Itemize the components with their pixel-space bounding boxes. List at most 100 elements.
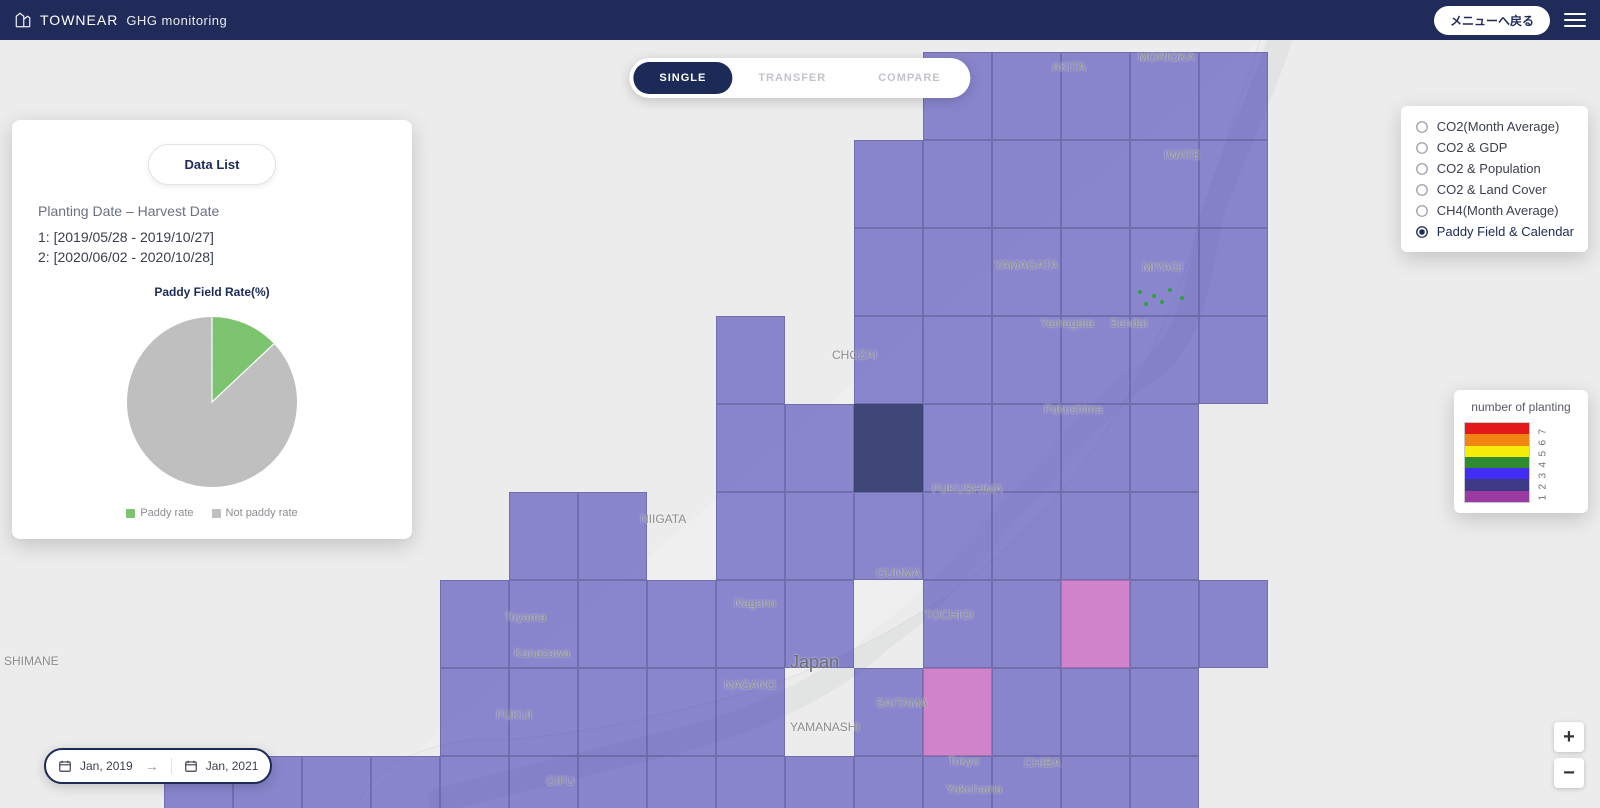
grid-cell: [785, 404, 854, 492]
map-region-label: Tokyo: [948, 754, 979, 768]
grid-cell: [1061, 404, 1130, 492]
pie-title: Paddy Field Rate(%): [38, 285, 386, 299]
paddy-dot: [1144, 302, 1148, 306]
grid-cell: [1130, 316, 1199, 404]
map-region-label: Yamagata: [1040, 316, 1094, 330]
map-region-label: NIIGATA: [640, 512, 686, 526]
data-list-button[interactable]: Data List: [148, 144, 277, 185]
pie-legend-paddy: Paddy rate: [126, 507, 193, 519]
grid-cell: [1130, 404, 1199, 492]
mode-compare-button[interactable]: COMPARE: [852, 62, 966, 94]
grid-cell: [992, 52, 1061, 140]
brand-name: TOWNEAR: [40, 12, 118, 28]
grid-cell: [923, 756, 992, 808]
layer-option[interactable]: CO2(Month Average): [1413, 116, 1576, 137]
grid-cell: [854, 756, 923, 808]
paddy-dot: [1160, 300, 1164, 304]
grid-cell: [716, 580, 785, 668]
legend-tick: 6: [1538, 436, 1549, 446]
legend-tick: 3: [1538, 469, 1549, 479]
layer-option[interactable]: Paddy Field & Calendar: [1413, 221, 1576, 242]
grid-cell: [578, 756, 647, 808]
legend-tick: 4: [1538, 458, 1549, 468]
grid-cell: [1061, 756, 1130, 808]
planting-heading: Planting Date – Harvest Date: [38, 203, 386, 219]
grid-cell: [716, 756, 785, 808]
legend-tick: 7: [1538, 425, 1549, 435]
legend-swatch: [1465, 423, 1529, 434]
map-region-label: MORIOKA: [1138, 50, 1195, 64]
grid-cell: [1061, 580, 1130, 668]
date-from: Jan, 2019: [80, 759, 133, 773]
layer-option[interactable]: CO2 & Land Cover: [1413, 179, 1576, 200]
map-region-label: FUKUI: [496, 708, 532, 722]
grid-cell: [1199, 316, 1268, 404]
grid-cell: [785, 580, 854, 668]
paddy-dot: [1180, 296, 1184, 300]
grid-cell: [440, 580, 509, 668]
paddy-dot: [1138, 290, 1142, 294]
grid-cell: [1199, 140, 1268, 228]
map-region-label: TOCHIGI: [924, 608, 974, 622]
grid-cell: [992, 140, 1061, 228]
grid-cell: [509, 492, 578, 580]
date-range-picker[interactable]: Jan, 2019 → Jan, 2021: [44, 748, 272, 784]
grid-cell: [1061, 668, 1130, 756]
grid-cell: [923, 492, 992, 580]
mode-transfer-button[interactable]: TRANSFER: [732, 62, 852, 94]
grid-cell: [1130, 52, 1199, 140]
legend-title: number of planting: [1464, 400, 1578, 414]
grid-cell: [371, 756, 440, 808]
map-region-label: GIFU: [546, 774, 575, 788]
legend-tick: 1: [1538, 491, 1549, 501]
grid-cell: [1061, 228, 1130, 316]
grid-cell: [923, 140, 992, 228]
grid-cell: [509, 756, 578, 808]
grid-cell: [992, 492, 1061, 580]
grid-cell: [923, 316, 992, 404]
grid-cell: [302, 756, 371, 808]
grid-cell: [992, 228, 1061, 316]
legend: number of planting 7654321: [1454, 390, 1588, 513]
grid-cell: [923, 668, 992, 756]
map-region-label: Toyama: [504, 610, 546, 624]
calendar-icon: [184, 759, 198, 773]
map-region-label: Kanazawa: [514, 646, 570, 660]
info-card: Data List Planting Date – Harvest Date 1…: [12, 120, 412, 539]
grid-cell: [509, 668, 578, 756]
grid-cell: [1199, 52, 1268, 140]
grid-cell: [992, 316, 1061, 404]
grid-cell: [854, 668, 923, 756]
grid-cell: [992, 404, 1061, 492]
grid-cell: [716, 492, 785, 580]
grid-cell: [716, 316, 785, 404]
mode-single-button[interactable]: SINGLE: [633, 62, 732, 94]
map-country-label: Japan: [790, 652, 839, 673]
layer-panel: CO2(Month Average)CO2 & GDPCO2 & Populat…: [1401, 106, 1588, 252]
planting-date-1: 1: [2019/05/28 - 2019/10/27]: [38, 229, 386, 245]
layer-option[interactable]: CH4(Month Average): [1413, 200, 1576, 221]
grid-cell: [1130, 140, 1199, 228]
grid-cell: [1130, 492, 1199, 580]
mode-switch: SINGLE TRANSFER COMPARE: [629, 58, 970, 98]
grid-cell: [1061, 316, 1130, 404]
layer-option[interactable]: CO2 & GDP: [1413, 137, 1576, 158]
grid-cell: [1130, 580, 1199, 668]
map-region-label: SAITAMA: [876, 696, 928, 710]
brand-subtitle: GHG monitoring: [126, 13, 227, 28]
legend-swatch: [1465, 457, 1529, 468]
back-to-menu-button[interactable]: メニューへ戻る: [1434, 6, 1550, 35]
legend-swatch: [1465, 434, 1529, 445]
grid-cell: [509, 580, 578, 668]
layer-option[interactable]: CO2 & Population: [1413, 158, 1576, 179]
map-region-label: CHOZAI: [832, 348, 877, 362]
zoom-out-button[interactable]: −: [1554, 758, 1584, 788]
map-region-label: Nagano: [734, 596, 776, 610]
grid-cell: [854, 316, 923, 404]
menu-icon[interactable]: [1564, 13, 1586, 27]
grid-cell: [1199, 228, 1268, 316]
grid-cell: [647, 668, 716, 756]
grid-cell: [854, 404, 923, 492]
zoom-in-button[interactable]: +: [1554, 722, 1584, 752]
pie-chart: [38, 309, 386, 495]
